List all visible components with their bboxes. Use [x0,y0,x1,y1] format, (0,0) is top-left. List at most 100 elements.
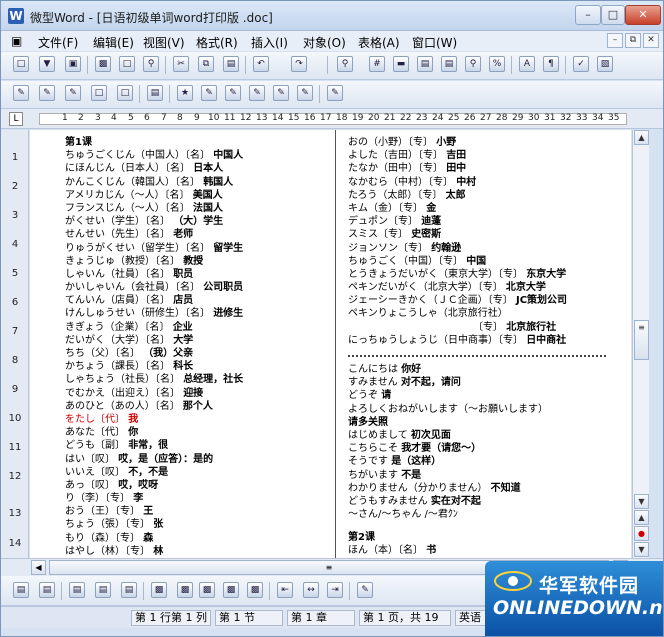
word-count-icon[interactable]: ▧ [597,56,613,72]
maximize-button[interactable]: □ [601,5,625,25]
ruler-number: 16 [304,113,316,123]
table-style-icon[interactable]: ▩ [223,582,239,598]
doc-close-button[interactable]: ✕ [643,33,659,48]
insert-column-icon[interactable]: ▤ [13,582,29,598]
menu-edit[interactable]: 编辑(E) [93,34,134,51]
page-number-icon[interactable]: # [369,56,385,72]
vocab-meaning: 日本人 [193,163,224,175]
table-format-icon[interactable]: ▩ [247,582,263,598]
print-icon[interactable]: ▩ [95,56,111,72]
open-folder-icon[interactable]: ▼ [39,56,55,72]
vocab-reading: ちがいます [348,469,398,481]
table-row-icon[interactable]: ▤ [69,582,85,598]
marker-icon-2[interactable]: ✎ [225,85,241,101]
outline-view-icon[interactable]: ▤ [441,56,457,72]
highlight-star-icon[interactable]: ★ [177,85,193,101]
edit-note-icon[interactable]: ✎ [327,85,343,101]
vocab-meaning: 店员 [173,295,194,307]
align-right-icon[interactable]: ⇥ [327,582,343,598]
marker-icon-3[interactable]: ✎ [249,85,265,101]
marker-icon[interactable]: ✎ [201,85,217,101]
vocab-reading: でむかえ（出迎え）〔名〕 [65,387,180,399]
align-center-icon[interactable]: ↔ [303,582,319,598]
scroll-left-arrow-icon[interactable]: ◀ [31,560,46,575]
horizontal-ruler[interactable]: L 1 2 3 4 5 6 7 8 9 10 11 12 13 14 15 16… [1,109,663,129]
spell-check-icon[interactable]: ✓ [573,56,589,72]
document-page[interactable]: 第1课 ちゅうごくじん（中国人）〔名〕 中国人 にほんじん（日本人）〔名〕 日本人か… [30,130,631,558]
vocab-reading: はじめまして [348,429,408,441]
paste-icon[interactable]: ▤ [223,56,239,72]
page-layout-icon[interactable]: ▬ [393,56,409,72]
vruler-number: 4 [11,239,19,250]
cut-icon[interactable]: ✂ [173,56,189,72]
vocab-meaning: 教授 [183,255,204,267]
vocab-meaning: 迪蓬 [421,216,442,228]
menu-file[interactable]: 文件(F) [38,34,78,51]
vocab-line: ちゅうごくじん（中国人）〔名〕 中国人 [65,149,325,162]
delete-table-icon[interactable]: ▤ [121,582,137,598]
vocab-reading: あなた〔代〕 [65,427,125,439]
tab-stop-selector[interactable]: L [9,112,23,126]
menu-format[interactable]: 格式(R) [196,34,238,51]
menu-bar: ▣ 文件(F) 编辑(E) 视图(V) 格式(R) 插入(I) 对象(O) 表格… [1,31,663,51]
align-left-icon[interactable]: ⇤ [277,582,293,598]
vertical-scrollbar[interactable]: ▲ ≡ ▼ ▲ ● ▼ [632,130,649,558]
edit-text-icon[interactable]: ✎ [39,85,55,101]
zoom-percent-icon[interactable]: % [489,56,505,72]
ruler-number: 25 [448,113,460,123]
previous-page-icon[interactable]: ▲ [634,510,649,525]
minimize-button[interactable]: – [575,5,601,25]
find-icon[interactable]: ⚲ [337,56,353,72]
new-document-icon[interactable]: □ [13,56,29,72]
merge-cells-icon[interactable]: ▩ [151,582,167,598]
vocab-line: かんこくじん（韓国人）〔名〕 韩国人 [65,176,325,189]
split-cells-icon[interactable]: ▩ [177,582,193,598]
vocab-meaning: 实在对不起 [430,495,481,507]
marker-icon-4[interactable]: ✎ [273,85,289,101]
insert-row-icon[interactable]: ▤ [39,582,55,598]
save-icon[interactable]: ▣ [65,56,81,72]
scroll-thumb[interactable]: ≡ [634,320,649,360]
edit-page-icon[interactable]: ✎ [65,85,81,101]
insert-frame-icon[interactable]: □ [91,85,107,101]
scroll-up-arrow-icon[interactable]: ▲ [634,130,649,145]
vocab-meaning: 中国人 [213,150,244,162]
web-layout-icon[interactable]: ▤ [417,56,433,72]
redo-icon[interactable]: ↷ [291,56,307,72]
insert-image-icon[interactable]: □ [117,85,133,101]
paragraph-icon[interactable]: ¶ [543,56,559,72]
vocab-line: すみません 对不起，请问 [348,376,630,389]
vocab-reading: よろしくおねがいします（～お願いします） [348,403,548,415]
doc-minimize-button[interactable]: – [607,33,623,48]
table-col-icon[interactable]: ▤ [95,582,111,598]
vocab-meaning: 史密斯 [411,229,442,241]
vocab-meaning: 我 [128,413,139,425]
left-column: 第1课 ちゅうごくじん（中国人）〔名〕 中国人 にほんじん（日本人）〔名〕 日本人か… [65,136,325,558]
scroll-down-arrow-icon[interactable]: ▼ [634,494,649,509]
menu-view[interactable]: 视图(V) [143,34,185,51]
close-button[interactable]: ✕ [625,5,661,25]
menu-object[interactable]: 对象(O) [303,34,346,51]
table-properties-icon[interactable]: ✎ [357,582,373,598]
print-preview-icon[interactable]: ⚲ [143,56,159,72]
copy-icon[interactable]: ⧉ [198,56,214,72]
vocab-reading: たなか（田中）〔专〕 [348,163,443,175]
vocab-line: たろう（太郎）〔专〕 太郎 [348,189,630,202]
marker-icon-5[interactable]: ✎ [297,85,313,101]
menu-table[interactable]: 表格(A) [358,34,400,51]
vocab-meaning: 请多关照 [348,416,388,428]
edit-object-icon[interactable]: ✎ [13,85,29,101]
browse-object-icon[interactable]: ● [634,526,649,541]
clipboard-icon[interactable]: ▤ [147,85,163,101]
zoom-icon[interactable]: ⚲ [465,56,481,72]
table-print-icon[interactable]: ▩ [199,582,215,598]
undo-icon[interactable]: ↶ [253,56,269,72]
standard-toolbar: □ ▼ ▣ ▩ □ ⚲ ✂ ⧉ ▤ ↶ ↷ ⚲ # ▬ ▤ ▤ ⚲ % A ¶ … [1,52,663,80]
next-page-icon[interactable]: ▼ [634,542,649,557]
doc-restore-button[interactable]: ⧉ [625,33,641,48]
vocab-line: 请多关照 [348,416,630,429]
pdf-export-icon[interactable]: □ [119,56,135,72]
menu-insert[interactable]: 插入(I) [251,34,288,51]
font-color-icon[interactable]: A [519,56,535,72]
menu-window[interactable]: 窗口(W) [412,34,457,51]
